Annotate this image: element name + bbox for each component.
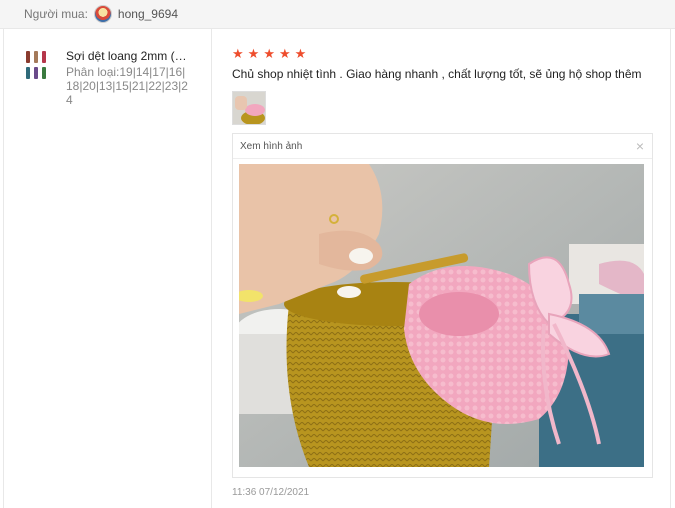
buyer-bar: Người mua: hong_9694 [0, 0, 675, 29]
viewer-divider [233, 158, 652, 159]
yarn-spool [26, 67, 30, 79]
star-icon: ★ [247, 46, 260, 61]
yarn-spool [34, 51, 38, 63]
yarn-spool [26, 51, 30, 63]
product-variant: Phân loại:19|14|17|16|18|20|13|15|21|22|… [66, 65, 188, 107]
review-photo[interactable] [239, 164, 644, 467]
review-timestamp: 11:36 07/12/2021 [232, 487, 310, 498]
star-icon: ★ [278, 46, 291, 61]
rating-stars: ★ ★ ★ ★ ★ [232, 47, 662, 61]
buyer-avatar-icon[interactable] [93, 5, 112, 23]
buyer-username[interactable]: hong_9694 [118, 7, 178, 21]
star-icon: ★ [232, 46, 244, 61]
review-card: Sợi dệt loang 2mm (… Phân loại:19|14|17|… [3, 29, 671, 508]
yarn-spool [42, 51, 46, 63]
image-viewer: Xem hình ảnh × [232, 133, 653, 478]
star-icon: ★ [263, 46, 275, 61]
yarn-spool [42, 67, 46, 79]
yarn-spool [34, 67, 38, 79]
image-viewer-title: Xem hình ảnh [240, 141, 303, 152]
product-thumbnail-icon[interactable] [24, 49, 54, 79]
review-page: Người mua: hong_9694 Sợi dệt loang 2mm (… [0, 0, 675, 508]
review-text: Chủ shop nhiệt tình . Giao hàng nhanh , … [232, 67, 642, 81]
review-image-thumbnail[interactable] [232, 91, 266, 125]
star-icon: ★ [294, 46, 307, 61]
close-icon[interactable]: × [636, 138, 644, 154]
buyer-label: Người mua: [24, 7, 88, 21]
column-divider [211, 29, 212, 508]
product-name[interactable]: Sợi dệt loang 2mm (… [66, 49, 204, 63]
review-body: ★ ★ ★ ★ ★ Chủ shop nhiệt tình . Giao hàng nh… [232, 47, 662, 498]
